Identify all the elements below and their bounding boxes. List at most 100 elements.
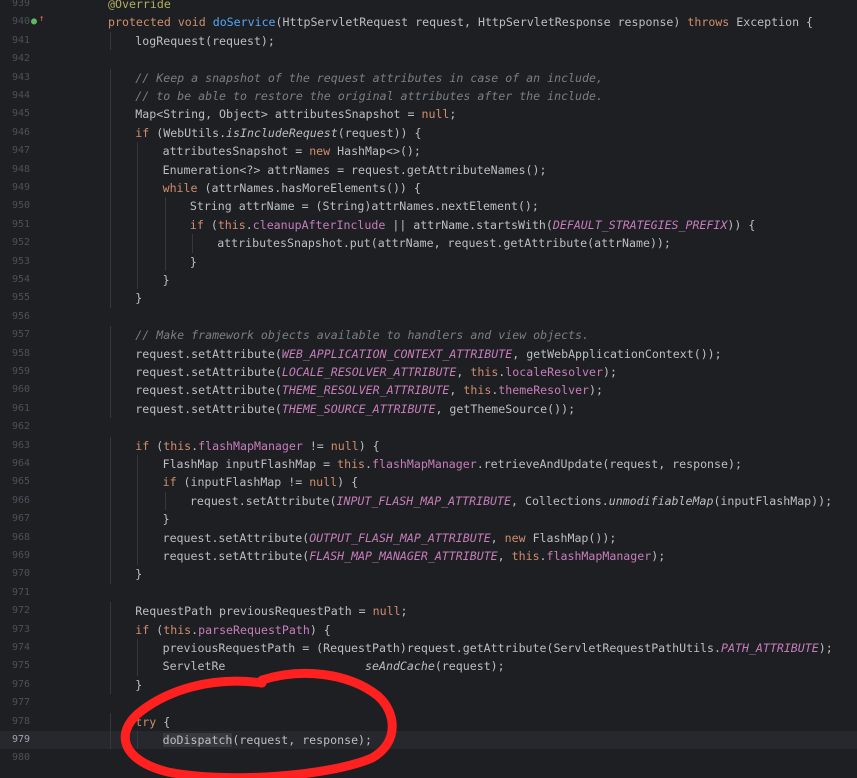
code-line[interactable]: 977 [0,694,857,712]
code-line[interactable]: 939 @Override [0,0,857,13]
code-token: ) { [337,475,359,490]
code-line[interactable]: 960 request.setAttribute(THEME_RESOLVER_A… [0,381,857,400]
indent-guide [110,399,111,419]
code-line[interactable]: 973 if (this.parseRequestPath) { [0,620,857,639]
code-line[interactable]: 954} [0,271,857,290]
indent-guide [191,234,193,253]
code-text: protected void doService(HttpServletRequ… [108,13,813,31]
line-number: 941 [11,34,30,46]
code-line[interactable]: 959 request.setAttribute(LOCALE_RESOLVER_… [0,363,857,382]
code-token: ; [449,107,457,122]
code-token: Exception { [729,15,814,30]
indent-guide [110,712,111,731]
code-line[interactable]: 972 RequestPath previousRequestPath = nul… [0,602,857,621]
code-line[interactable]: 965 if (inputFlashMap != null) { [0,473,857,492]
code-line[interactable]: 969 request.setAttribute(FLASH_MAP_MANAGE… [0,547,857,566]
line-number: 961 [11,402,30,414]
indent-guide [164,252,166,271]
code-token: if [135,622,150,637]
code-token: request.setAttribute( [162,549,310,563]
code-line[interactable]: 976} [0,675,857,695]
code-line[interactable]: 951 if (this.cleanupAfterInclude || attrN… [0,215,857,235]
line-number: 958 [11,347,30,359]
indent-guide [110,326,111,345]
code-line[interactable]: 958 request.setAttribute(WEB_APPLICATION_… [0,344,857,363]
code-line[interactable]: 940 ● ↑ protected void doService(HttpServle… [0,13,857,31]
code-token: , getWebApplicationContext()); [512,346,722,361]
code-line[interactable]: 945 Map<String, Object> attributesSnapsho… [0,105,857,124]
indent-guide [110,381,111,400]
code-token: } [162,273,170,287]
code-line[interactable]: 975 ServletRe seAndCache(request); [0,657,857,676]
code-line[interactable]: 942 [0,50,857,68]
line-number: 949 [11,182,30,193]
code-token: HashMap<>(); [330,144,421,159]
code-token: (request, response); [232,733,373,747]
indent-guide [164,215,166,235]
line-number: 952 [11,237,30,249]
code-line[interactable]: 949 while (attrNames.hasMoreElements()) { [0,179,857,198]
code-line[interactable]: 947 attributesSnapshot = new HashMap<>(); [0,142,857,161]
code-line[interactable]: 967} [0,510,857,529]
code-line[interactable]: 962 [0,418,857,436]
line-number: 975 [11,660,30,672]
code-token: request.setAttribute( [135,383,282,398]
code-line[interactable]: 971 [0,584,857,602]
code-line[interactable]: 963 if (this.flashMapManager != null) { [0,436,857,455]
code-line[interactable]: 980 [0,749,857,767]
code-token: } [135,677,143,692]
indent-guide [110,510,111,529]
code-line[interactable]: 944 // to be able to restore the original… [0,87,857,106]
code-token: THEME_SOURCE_ATTRIBUTE [281,401,436,416]
line-number: 960 [11,384,30,396]
code-line[interactable]: 974 previousRequestPath = (RequestPath)re… [0,639,857,658]
code-token: null [309,475,338,490]
code-text: if (inputFlashMap != null) { [163,473,358,491]
code-token: if [189,217,204,232]
code-token: this [511,549,540,563]
code-token: (inputFlashMap != [176,475,310,490]
code-token: , Collections. [511,493,609,508]
code-line[interactable]: 952 attributesSnapshot.put(attrName, requ… [0,234,857,253]
code-token: OUTPUT_FLASH_MAP_ATTRIBUTE [309,530,491,545]
code-line[interactable]: 950 String attrName = (String)attrNames.n… [0,197,857,216]
code-line[interactable]: 970} [0,565,857,584]
override-marker-icon[interactable]: ● ↑ [31,13,45,31]
indent-guide [164,491,166,511]
code-line[interactable]: 941 logRequest(request); [0,31,857,51]
indent-guide [110,436,111,455]
code-line[interactable]: 964 FlashMap inputFlashMap = this.flashMa… [0,455,857,474]
code-token: themeResolver [498,383,590,398]
code-line[interactable]: 943 // Keep a snapshot of the request att… [0,68,857,87]
code-line[interactable]: 948 Enumeration<?> attrNames = request.ge… [0,160,857,179]
line-number: 978 [11,715,30,727]
code-token: protected [108,15,171,30]
indent-guide [110,123,111,143]
line-number: 947 [11,145,30,157]
code-line[interactable]: 968 request.setAttribute(OUTPUT_FLASH_MAP… [0,528,857,547]
code-text: Map<String, Object> attributesSnapshot =… [135,105,456,123]
code-token: if [135,438,150,453]
code-text: // Keep a snapshot of the request attrib… [135,69,603,87]
indent-guide [110,528,111,547]
code-editor[interactable]: 939 @Override 940 ● ↑ protected void doServic… [0,0,857,778]
code-line[interactable]: 961 request.setAttribute(THEME_SOURCE_ATT… [0,399,857,419]
code-text: request.setAttribute(OUTPUT_FLASH_MAP_AT… [163,529,617,547]
code-line[interactable]: 966 request.setAttribute(INPUT_FLASH_MAP_… [0,491,857,511]
line-number: 946 [11,126,30,138]
code-line[interactable]: 953} [0,252,857,271]
code-line[interactable]: 956 [0,308,857,326]
code-line[interactable]: 957 // Make framework objects available t… [0,326,857,345]
code-line[interactable]: 955} [0,289,857,308]
code-line[interactable]: 946 if (WebUtils.isIncludeRequest(request… [0,123,857,143]
code-text: request.setAttribute(INPUT_FLASH_MAP_ATT… [190,492,832,510]
code-line[interactable]: 978 try { [0,712,857,731]
code-token: (inputFlashMap)); [713,493,833,508]
code-token: ); [818,641,833,655]
line-number: 942 [11,53,30,65]
code-token: attributesSnapshot = [162,144,310,159]
indent-guide [137,234,139,253]
code-line[interactable]: 979 doDispatch(request, response); [0,731,857,750]
line-number: 954 [11,274,30,285]
